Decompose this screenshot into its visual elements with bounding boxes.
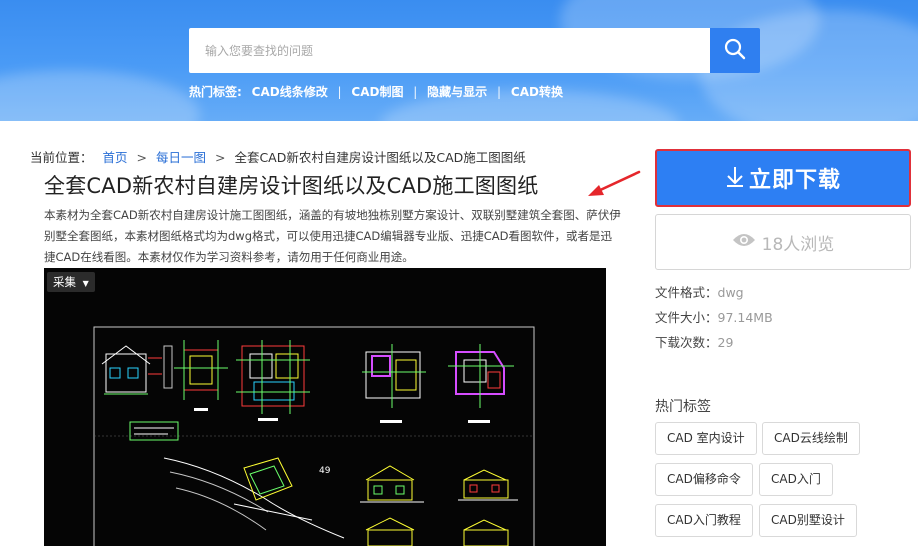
cad-preview-image[interactable]: 49 — [44, 268, 606, 546]
breadcrumb-prefix: 当前位置： — [30, 150, 93, 165]
sidebar-tags-title: 热门标签 — [655, 399, 711, 415]
file-size-row: 文件大小：97.14MB — [655, 307, 773, 326]
file-format-label: 文件格式： — [655, 285, 718, 300]
hot-tag-link[interactable]: CAD转换 — [511, 85, 563, 99]
hot-tag-link[interactable]: CAD线条修改 — [252, 85, 328, 99]
eye-icon — [732, 232, 756, 252]
tag-item[interactable]: CAD入门教程 — [655, 504, 753, 537]
search-button[interactable] — [710, 28, 760, 73]
hot-tags-label: 热门标签: — [189, 85, 242, 99]
breadcrumb-separator: > — [214, 150, 226, 165]
file-size-value: 97.14MB — [717, 310, 773, 325]
hot-tag-link[interactable]: CAD制图 — [351, 85, 403, 99]
file-format-row: 文件格式：dwg — [655, 282, 744, 301]
breadcrumb-current: 全套CAD新农村自建房设计图纸以及CAD施工图图纸 — [234, 150, 526, 165]
collect-button[interactable]: 采集 ▼ — [47, 272, 95, 292]
search-bar — [189, 28, 760, 73]
views-counter: 18人浏览 — [655, 214, 911, 270]
views-label: 18人浏览 — [761, 234, 835, 255]
download-label: 立即下载 — [748, 168, 841, 193]
download-arrow-icon — [725, 165, 745, 191]
caret-down-icon: ▼ — [82, 279, 89, 288]
page-title: 全套CAD新农村自建房设计图纸以及CAD施工图图纸 — [44, 174, 539, 198]
breadcrumb-daily-image[interactable]: 每日一图 — [156, 150, 206, 165]
tag-item[interactable]: CAD别墅设计 — [759, 504, 857, 537]
download-count-value: 29 — [717, 335, 734, 350]
sheet-number: 49 — [319, 466, 331, 476]
tag-item[interactable]: CAD云线绘制 — [762, 422, 860, 455]
download-count-row: 下载次数：29 — [655, 332, 733, 351]
tag-item[interactable]: CAD 室内设计 — [655, 422, 757, 455]
file-format-value: dwg — [717, 285, 744, 300]
breadcrumb-home[interactable]: 首页 — [103, 150, 128, 165]
annotation-arrow-icon — [586, 168, 642, 202]
file-size-label: 文件大小： — [655, 310, 718, 325]
header-banner: 热门标签: CAD线条修改 | CAD制图 | 隐藏与显示 | CAD转换 — [0, 0, 918, 121]
search-icon — [724, 38, 746, 64]
tag-item[interactable]: CAD偏移命令 — [655, 463, 753, 496]
search-input[interactable] — [189, 28, 710, 73]
separator: | — [413, 85, 418, 99]
collect-label: 采集 — [53, 275, 76, 289]
hot-tags-bar: 热门标签: CAD线条修改 | CAD制图 | 隐藏与显示 | CAD转换 — [189, 83, 563, 100]
download-count-label: 下载次数： — [655, 335, 718, 350]
description: 本素材为全套CAD新农村自建房设计施工图图纸，涵盖的有坡地独栋别墅方案设计、双联… — [44, 208, 621, 264]
tag-item[interactable]: CAD入门 — [759, 463, 833, 496]
separator: | — [497, 85, 502, 99]
hot-tag-link[interactable]: 隐藏与显示 — [427, 85, 487, 99]
download-button[interactable]: 立即下载 — [655, 149, 911, 207]
separator: | — [337, 85, 342, 99]
breadcrumb-separator: > — [136, 150, 147, 165]
breadcrumb: 当前位置： 首页 > 每日一图 > 全套CAD新农村自建房设计图纸以及CAD施工… — [30, 147, 526, 166]
